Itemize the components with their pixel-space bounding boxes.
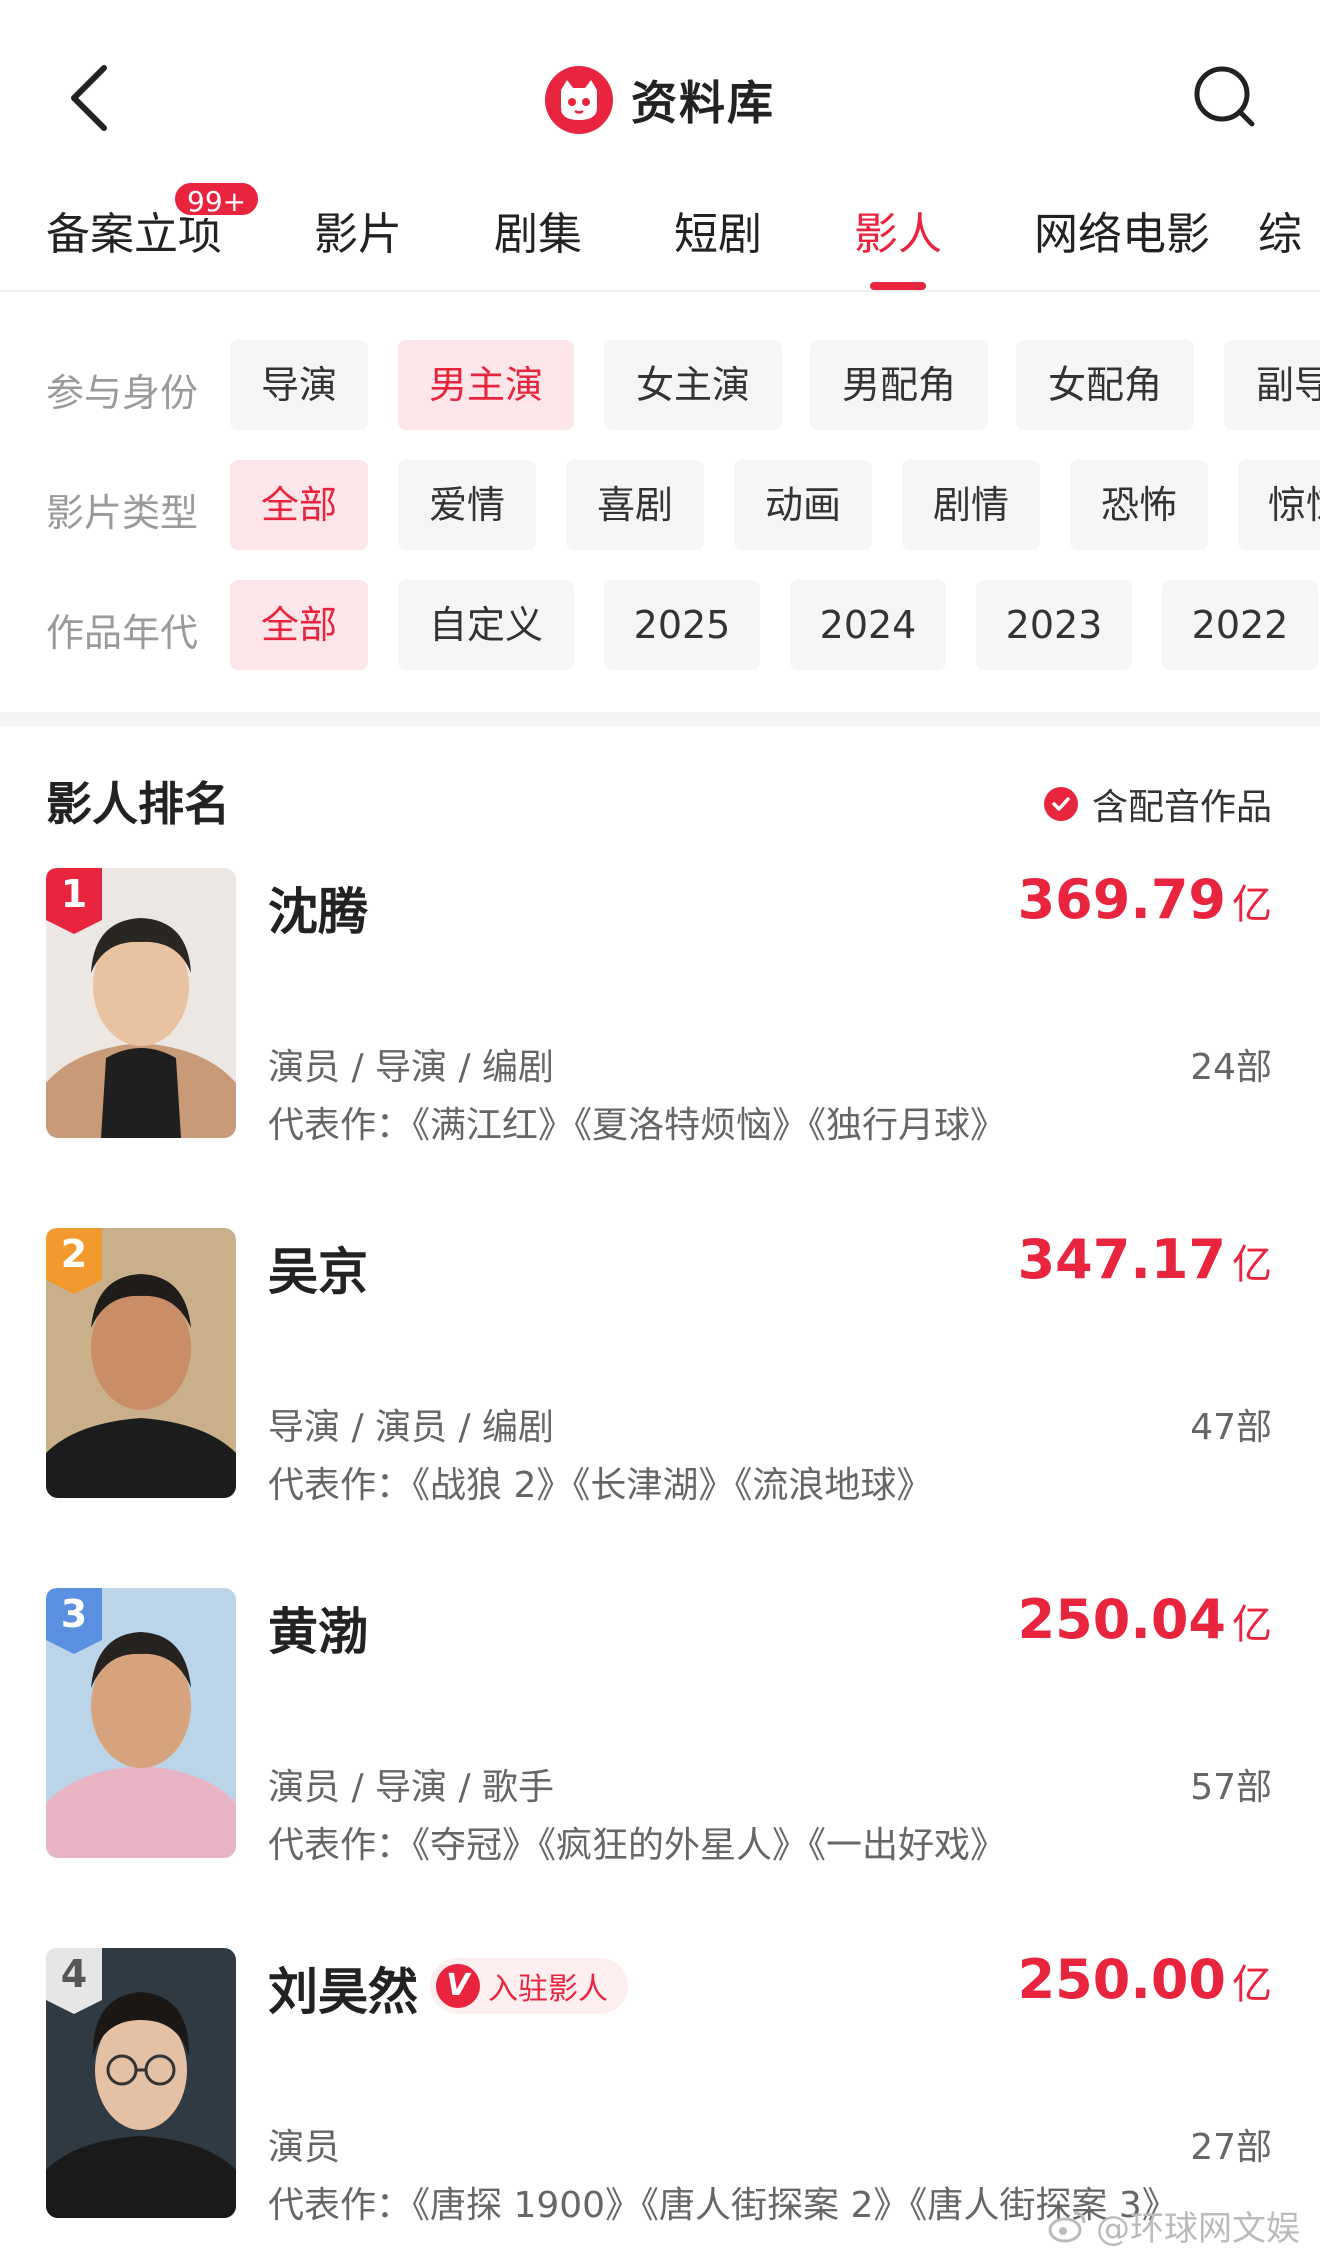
title-group: 资料库 [0,60,1320,140]
representative-works: 代表作：《战狼 2》《长津湖》《流浪地球》 [268,1465,933,1506]
filter-label: 参与身份 [46,371,199,415]
section-title: 影人排名 [46,777,230,831]
filter-row-genre: 影片类型 全部 爱情 喜剧 动画 剧情 恐怖 惊悚 [0,460,1320,550]
tab-series[interactable]: 剧集 [494,198,582,262]
rank-badge: 2 [46,1228,102,1294]
active-tab-indicator [870,282,926,290]
filter-chip[interactable]: 剧情 [902,460,1040,550]
actor-roles: 演员 [268,2127,341,2168]
maoyan-cat-logo-icon [545,66,613,134]
ranking-row[interactable]: 1 沈腾 369.79 亿 演员 / 导演 / 编剧 24部 代表作：《满江红》《… [0,868,1320,1158]
filter-chip[interactable]: 自定义 [398,580,574,670]
representative-works: 代表作：《夺冠》《疯狂的外星人》《一出好戏》 [268,1825,1007,1866]
box-office-unit: 亿 [1232,1962,1272,2008]
verified-v-icon: V [436,1964,480,2008]
box-office: 250.04 亿 [1018,1588,1272,1651]
filter-panel: 参与身份 导演 男主演 女主演 男配角 女配角 副导 影片类型 全部 爱情 喜剧… [0,310,1320,710]
filter-chip[interactable]: 动画 [734,460,872,550]
ranking-row[interactable]: 4 刘昊然 V 入驻影人 250.00 亿 演员 27部 代表作：《唐探 1900… [0,1948,1320,2238]
verified-label: 入驻影人 [488,1972,608,2007]
actor-name: 刘昊然 [268,1963,418,2021]
tab-people[interactable]: 影人 [854,198,942,262]
rank-badge: 1 [46,868,102,934]
work-count: 27部 [1190,2127,1272,2168]
box-office-unit: 亿 [1232,1602,1272,1648]
filter-chip[interactable]: 2022 [1162,580,1318,670]
box-office: 347.17 亿 [1018,1228,1272,1291]
work-count: 24部 [1190,1047,1272,1088]
page-title: 资料库 [631,76,775,130]
box-office-unit: 亿 [1232,882,1272,928]
filter-chip-selected[interactable]: 全部 [230,460,368,550]
filter-chip[interactable]: 女主演 [604,340,782,430]
box-office: 369.79 亿 [1018,868,1272,931]
representative-works: 代表作：《满江红》《夏洛特烦恼》《独行月球》 [268,1105,1007,1146]
verified-badge[interactable]: V 入驻影人 [430,1958,628,2014]
filter-chip-selected[interactable]: 全部 [230,580,368,670]
filter-chip[interactable]: 惊悚 [1238,460,1320,550]
box-office-value: 347.17 [1017,1228,1226,1291]
work-count: 47部 [1190,1407,1272,1448]
filter-chip[interactable]: 爱情 [398,460,536,550]
rank-badge: 3 [46,1588,102,1654]
box-office: 250.00 亿 [1018,1948,1272,2011]
tab-web-movies[interactable]: 网络电影 [1034,198,1210,262]
filter-chip[interactable]: 2023 [976,580,1132,670]
count-badge: 99+ [172,180,262,218]
actor-roles: 演员 / 导演 / 歌手 [268,1767,555,1808]
filter-row-era: 作品年代 全部 自定义 2025 2024 2023 2022 [0,580,1320,670]
check-icon [1043,787,1078,821]
actor-name: 黄渤 [268,1603,368,1661]
ranking-row[interactable]: 3 黄渤 250.04 亿 演员 / 导演 / 歌手 57部 代表作：《夺冠》《疯… [0,1588,1320,1878]
actor-name: 吴京 [268,1243,368,1301]
dub-toggle-label: 含配音作品 [1091,787,1272,828]
watermark-text: @环球网文娱 [1096,2209,1300,2249]
search-button[interactable] [1190,62,1260,132]
search-icon [1194,66,1255,127]
category-tabs: 备案立项 99+ 影片 剧集 短剧 影人 网络电影 综 [0,180,1320,292]
tab-variety[interactable]: 综 [1258,198,1302,262]
filter-label: 影片类型 [46,491,199,535]
filter-chip[interactable]: 2024 [790,580,946,670]
actor-roles: 导演 / 演员 / 编剧 [268,1407,555,1448]
box-office-value: 369.79 [1017,868,1226,931]
filter-chip[interactable]: 2025 [604,580,760,670]
tab-short-drama[interactable]: 短剧 [674,198,762,262]
watermark: @环球网文娱 [1048,2201,1300,2250]
filter-chip[interactable]: 副导 [1224,340,1320,430]
filter-chip[interactable]: 恐怖 [1070,460,1208,550]
filter-chip-selected[interactable]: 男主演 [398,340,574,430]
filter-chip[interactable]: 男配角 [810,340,988,430]
ranking-row[interactable]: 2 吴京 347.17 亿 导演 / 演员 / 编剧 47部 代表作：《战狼 2》… [0,1228,1320,1518]
weibo-icon [1048,2211,1086,2242]
section-divider [0,712,1320,726]
filter-row-identity: 参与身份 导演 男主演 女主演 男配角 女配角 副导 [0,340,1320,430]
box-office-unit: 亿 [1232,1242,1272,1288]
top-bar: 资料库 [0,0,1320,190]
rank-badge: 4 [46,1948,102,2014]
work-count: 57部 [1190,1767,1272,1808]
filter-chip[interactable]: 导演 [230,340,368,430]
filter-chip[interactable]: 喜剧 [566,460,704,550]
ranking-header: 影人排名 含配音作品 [0,760,1320,840]
dub-toggle[interactable]: 含配音作品 [1043,778,1272,830]
representative-works: 代表作：《唐探 1900》《唐人街探案 2》《唐人街探案 3》 [268,2185,1178,2226]
actor-roles: 演员 / 导演 / 编剧 [268,1047,555,1088]
tab-films[interactable]: 影片 [314,198,402,262]
box-office-value: 250.00 [1017,1948,1226,2011]
filter-label: 作品年代 [46,611,199,655]
filter-chip[interactable]: 女配角 [1016,340,1194,430]
actor-name: 沈腾 [268,883,368,941]
box-office-value: 250.04 [1017,1588,1226,1651]
